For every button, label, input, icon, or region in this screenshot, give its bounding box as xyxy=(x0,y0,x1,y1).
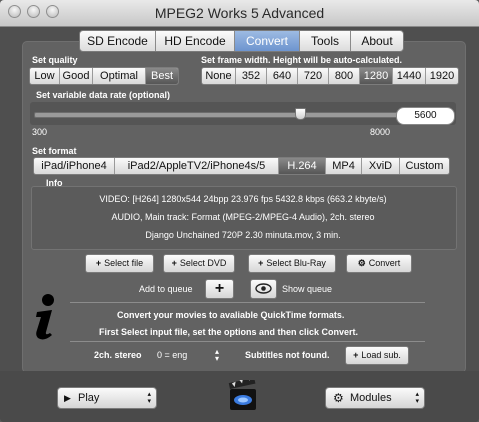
gear-icon: ⚙ xyxy=(357,258,366,268)
video-info: VIDEO: [H264] 1280x544 24bpp 23.976 fps … xyxy=(99,194,387,204)
tab-hd-encode[interactable]: HD Encode xyxy=(156,31,235,51)
updown-arrows-icon: ▴ ▾ xyxy=(415,391,419,405)
plus-icon: + xyxy=(214,280,225,297)
quality-optimal[interactable]: Optimal xyxy=(93,68,146,84)
quality-label: Set quality xyxy=(32,55,78,65)
frame-width-label: Set frame width. Height will be auto-cal… xyxy=(201,55,403,65)
plus-icon: + xyxy=(258,258,264,268)
data-rate-min-label: 300 xyxy=(32,127,48,137)
data-rate-slider-area xyxy=(30,102,456,125)
width-1440[interactable]: 1440 xyxy=(393,68,426,84)
plus-icon: + xyxy=(95,258,102,268)
clapperboard-app-icon xyxy=(228,380,256,410)
tab-convert[interactable]: Convert xyxy=(235,31,300,51)
data-rate-label: Set variable data rate (optional) xyxy=(36,90,171,100)
show-queue-label: Show queue xyxy=(282,284,333,294)
select-bluray-button[interactable]: + Select Blu-Ray xyxy=(248,254,336,273)
gear-icon: ⚙ xyxy=(333,391,344,405)
format-xvid[interactable]: XviD xyxy=(362,158,400,174)
width-352[interactable]: 352 xyxy=(236,68,267,84)
frame-width-segmented: None 352 640 720 800 1280 1440 1920 xyxy=(201,67,459,85)
width-1280[interactable]: 1280 xyxy=(360,68,393,84)
tab-tools[interactable]: Tools xyxy=(300,31,351,51)
add-to-queue-button[interactable]: + xyxy=(205,279,234,299)
format-segmented: iPad/iPhone4 iPad2/AppleTV2/iPhone4s/5 H… xyxy=(33,157,450,175)
eye-icon xyxy=(255,283,272,294)
format-h264[interactable]: H.264 xyxy=(279,158,326,174)
play-icon: ▶ xyxy=(64,393,71,403)
separator-line xyxy=(70,302,425,303)
tab-sd-encode[interactable]: SD Encode xyxy=(80,31,156,51)
quality-good[interactable]: Good xyxy=(60,68,93,84)
format-ipad-iphone4[interactable]: iPad/iPhone4 xyxy=(34,158,115,174)
app-window: MPEG2 Works 5 Advanced SD Encode HD Enco… xyxy=(0,0,479,422)
audio-info: AUDIO, Main track: Format (MPEG-2/MPEG-4… xyxy=(111,212,375,222)
modules-popup-button[interactable]: ⚙ Modules ▴ ▾ xyxy=(325,387,425,409)
format-label: Set format xyxy=(32,146,77,156)
message-line-1: Convert your movies to avaliable QuickTi… xyxy=(117,310,345,320)
tab-about[interactable]: About xyxy=(351,31,403,51)
main-tabs: SD Encode HD Encode Convert Tools About xyxy=(79,30,404,52)
width-none[interactable]: None xyxy=(202,68,236,84)
quality-best[interactable]: Best xyxy=(146,68,178,84)
data-rate-track[interactable] xyxy=(34,112,424,118)
updown-arrows-icon: ▴ ▾ xyxy=(215,347,220,363)
audio-channel-label: 2ch. stereo xyxy=(94,350,142,360)
format-ipad2-appletv2[interactable]: iPad2/AppleTV2/iPhone4s/5 xyxy=(115,158,279,174)
format-mp4[interactable]: MP4 xyxy=(326,158,362,174)
title-bar: MPEG2 Works 5 Advanced xyxy=(0,0,479,27)
select-file-button[interactable]: + Select file xyxy=(85,254,154,273)
separator-line xyxy=(70,341,425,342)
width-640[interactable]: 640 xyxy=(267,68,298,84)
quality-segmented: Low Good Optimal Best xyxy=(29,67,179,85)
width-1920[interactable]: 1920 xyxy=(426,68,458,84)
plus-icon: + xyxy=(171,258,177,268)
add-to-queue-label: Add to queue xyxy=(139,284,193,294)
file-info: Django Unchained 720P 2.30 minuta.mov, 3… xyxy=(145,230,341,240)
convert-button[interactable]: ⚙ Convert xyxy=(346,254,412,273)
data-rate-slider-knob[interactable] xyxy=(295,108,306,120)
format-custom[interactable]: Custom xyxy=(400,158,449,174)
window-title: MPEG2 Works 5 Advanced xyxy=(154,5,325,21)
audio-track-popup[interactable]: 0 = eng ▴ ▾ xyxy=(157,347,223,363)
plus-icon: + xyxy=(353,350,359,360)
info-i-icon xyxy=(36,294,54,340)
updown-arrows-icon: ▴ ▾ xyxy=(147,391,151,405)
quality-low[interactable]: Low xyxy=(30,68,60,84)
data-rate-max-label: 8000 xyxy=(370,127,391,137)
message-line-2: First Select input file, set the options… xyxy=(99,327,359,337)
width-800[interactable]: 800 xyxy=(329,68,360,84)
data-rate-value-field[interactable]: 5600 xyxy=(396,107,455,125)
width-720[interactable]: 720 xyxy=(298,68,329,84)
select-dvd-button[interactable]: + Select DVD xyxy=(163,254,235,273)
load-sub-button[interactable]: + Load sub. xyxy=(345,346,409,365)
show-queue-button[interactable] xyxy=(250,279,277,299)
subtitles-status: Subtitles not found. xyxy=(245,350,330,360)
play-popup-button[interactable]: ▶ Play ▴ ▾ xyxy=(57,387,157,409)
